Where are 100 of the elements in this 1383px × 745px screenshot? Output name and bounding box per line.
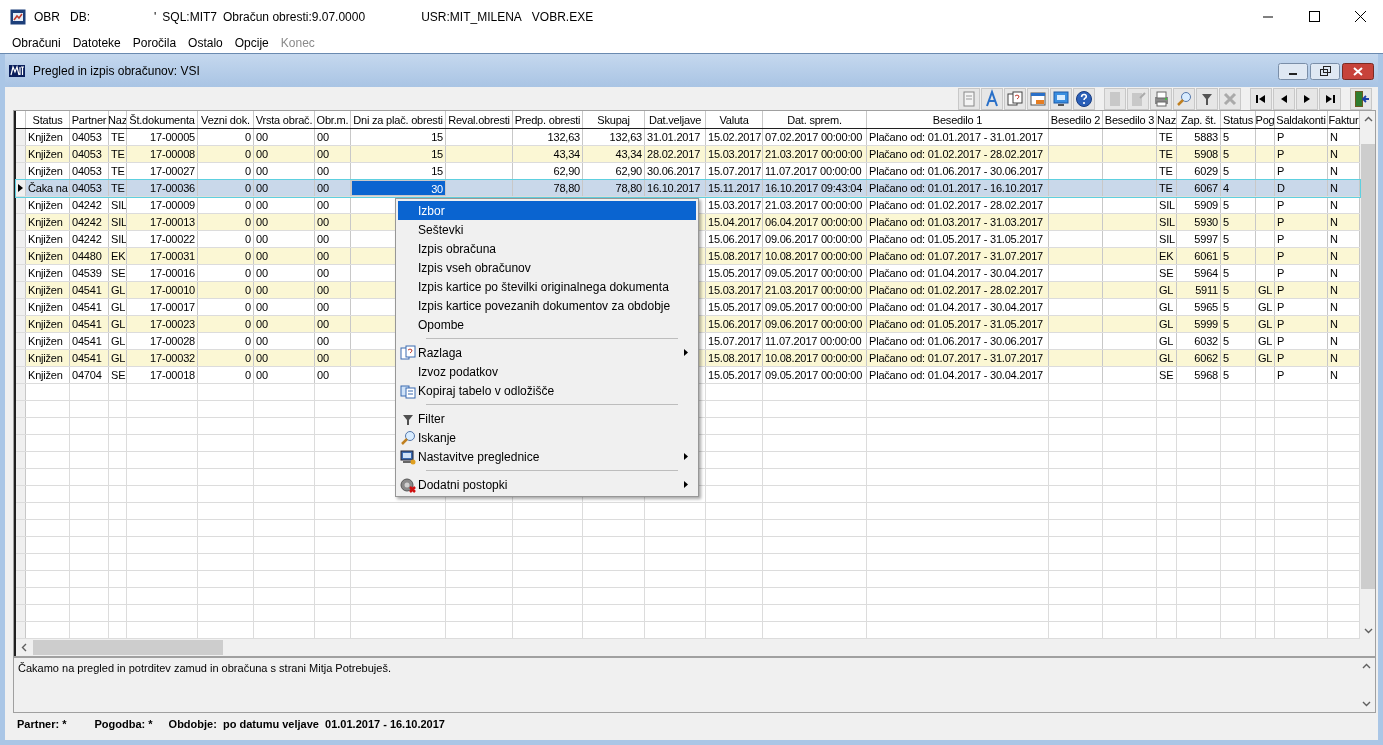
table-cell: 00 bbox=[315, 367, 351, 383]
column-header[interactable]: Zap. št. bbox=[1177, 111, 1221, 128]
menu-item[interactable]: Dodatni postopki bbox=[398, 475, 696, 494]
menu-item[interactable]: Seštevki bbox=[398, 220, 696, 239]
table-cell: SE bbox=[1157, 367, 1177, 383]
menu-item[interactable]: Izpis vseh obračunov bbox=[398, 258, 696, 277]
help-pages-icon[interactable] bbox=[1004, 87, 1026, 110]
table-cell: TE bbox=[109, 180, 127, 196]
window-icon[interactable] bbox=[1027, 87, 1049, 110]
table-cell: 16.10.2017 bbox=[645, 180, 706, 196]
column-header[interactable]: Št.dokumenta bbox=[127, 111, 198, 128]
monitor-icon[interactable] bbox=[1050, 87, 1072, 110]
table-cell: 04242 bbox=[70, 214, 109, 230]
column-header[interactable]: Dat. sprem. bbox=[763, 111, 867, 128]
table-cell: 16.10.2017 09:43:04 bbox=[763, 180, 867, 196]
column-header[interactable]: Naz bbox=[1157, 111, 1177, 128]
menu-item[interactable]: Obračuni bbox=[6, 34, 67, 52]
menu-item[interactable]: Datoteke bbox=[66, 34, 127, 52]
table-cell: 04541 bbox=[70, 299, 109, 315]
table-cell: 15.06.2017 bbox=[706, 316, 763, 332]
table-cell: 0 bbox=[198, 180, 254, 196]
menu-item[interactable]: Iskanje bbox=[398, 428, 696, 447]
menu-item[interactable]: Filter bbox=[398, 409, 696, 428]
close-icon[interactable] bbox=[1342, 63, 1374, 80]
menu-item[interactable]: Poročila bbox=[126, 34, 183, 52]
row-header[interactable] bbox=[16, 180, 26, 196]
table-cell: SE bbox=[109, 265, 127, 281]
column-header[interactable]: Pog bbox=[1256, 111, 1275, 128]
first-record-icon[interactable] bbox=[1250, 87, 1272, 110]
help-icon[interactable] bbox=[1073, 87, 1095, 110]
table-cell: GL bbox=[1157, 316, 1177, 332]
menu-item[interactable]: Izvoz podatkov bbox=[398, 362, 696, 381]
table-cell: 5 bbox=[1221, 350, 1256, 366]
menu-item[interactable]: Kopiraj tabelo v odložišče bbox=[398, 381, 696, 400]
menu-item[interactable]: Razlaga bbox=[398, 343, 696, 362]
table-cell: GL bbox=[1256, 350, 1275, 366]
menu-item[interactable]: Izpis kartice povezanih dokumentov za obdobje bbox=[398, 296, 696, 315]
column-header[interactable]: Saldakonti bbox=[1275, 111, 1328, 128]
menu-item[interactable]: Izpis obračuna bbox=[398, 239, 696, 258]
minimize-icon[interactable] bbox=[1278, 63, 1308, 80]
table-cell[interactable]: 30 bbox=[351, 180, 446, 196]
table-cell: 04242 bbox=[70, 197, 109, 213]
table-cell: 00 bbox=[315, 299, 351, 315]
table-cell: GL bbox=[109, 350, 127, 366]
table-cell: 00 bbox=[315, 214, 351, 230]
next-record-icon[interactable] bbox=[1296, 87, 1318, 110]
table-cell: P bbox=[1275, 367, 1328, 383]
column-header[interactable]: Naz bbox=[109, 111, 127, 128]
table-cell: SE bbox=[1157, 265, 1177, 281]
table-cell: P bbox=[1275, 333, 1328, 349]
menu-item[interactable]: Izpis kartice po številki originalnega dokumenta bbox=[398, 277, 696, 296]
table-cell: 17-00032 bbox=[127, 350, 198, 366]
restore-icon[interactable] bbox=[1310, 63, 1340, 80]
menu-item[interactable]: Opombe bbox=[398, 315, 696, 334]
column-header[interactable]: Valuta bbox=[706, 111, 763, 128]
column-header[interactable]: Partner bbox=[70, 111, 109, 128]
document-icon[interactable] bbox=[958, 87, 980, 110]
column-header[interactable]: Predp. obresti bbox=[513, 111, 583, 128]
menu-item[interactable]: Izbor bbox=[398, 201, 696, 220]
column-header[interactable]: Besedilo 1 bbox=[867, 111, 1049, 128]
column-header[interactable]: Besedilo 2 bbox=[1049, 111, 1103, 128]
blank-page-icon[interactable] bbox=[1104, 87, 1126, 110]
column-header[interactable]: Obr.m. bbox=[315, 111, 351, 128]
menu-item[interactable]: Ostalo bbox=[182, 34, 229, 52]
column-header[interactable]: Status bbox=[26, 111, 70, 128]
column-header[interactable]: Vezni dok. bbox=[198, 111, 254, 128]
table-cell: Plačano od: 01.07.2017 - 31.07.2017 bbox=[867, 248, 1049, 264]
table-cell: SIL bbox=[1157, 231, 1177, 247]
menu-item[interactable]: Nastavitve preglednice bbox=[398, 447, 696, 466]
column-header[interactable]: Reval.obresti bbox=[446, 111, 513, 128]
table-cell: 6067 bbox=[1177, 180, 1221, 196]
table-cell: 06.04.2017 00:00:00 bbox=[763, 214, 867, 230]
column-header[interactable]: Vrsta obrač. bbox=[254, 111, 315, 128]
print-icon[interactable] bbox=[1150, 87, 1172, 110]
exit-door-icon[interactable] bbox=[1350, 87, 1372, 110]
vertical-scrollbar[interactable] bbox=[1360, 111, 1375, 639]
table-cell: GL bbox=[1256, 299, 1275, 315]
column-header[interactable]: Skupaj bbox=[583, 111, 645, 128]
menu-item[interactable]: Opcije bbox=[228, 34, 275, 52]
table-cell: Knjižen bbox=[26, 367, 70, 383]
table-cell: 00 bbox=[254, 316, 315, 332]
table-cell: Knjižen bbox=[26, 146, 70, 162]
table-cell: 5 bbox=[1221, 129, 1256, 145]
column-header[interactable]: Dat.veljave bbox=[645, 111, 706, 128]
table-cell: 78,80 bbox=[583, 180, 645, 196]
font-icon[interactable] bbox=[981, 87, 1003, 110]
table-cell: N bbox=[1328, 180, 1360, 196]
table-cell: Plačano od: 01.04.2017 - 30.04.2017 bbox=[867, 367, 1049, 383]
filter-icon[interactable] bbox=[1196, 87, 1218, 110]
column-header[interactable]: Status bbox=[1221, 111, 1256, 128]
table-cell: 0 bbox=[198, 214, 254, 230]
table-cell: 00 bbox=[315, 197, 351, 213]
column-header[interactable]: Besedilo 3 bbox=[1103, 111, 1157, 128]
column-header[interactable]: Dni za plač. obresti bbox=[351, 111, 446, 128]
search-icon[interactable] bbox=[1173, 87, 1195, 110]
horizontal-scrollbar[interactable] bbox=[14, 639, 1375, 656]
table-cell: 17-00016 bbox=[127, 265, 198, 281]
previous-record-icon[interactable] bbox=[1273, 87, 1295, 110]
edit-page-icon[interactable] bbox=[1127, 87, 1149, 110]
last-record-icon[interactable] bbox=[1319, 87, 1341, 110]
